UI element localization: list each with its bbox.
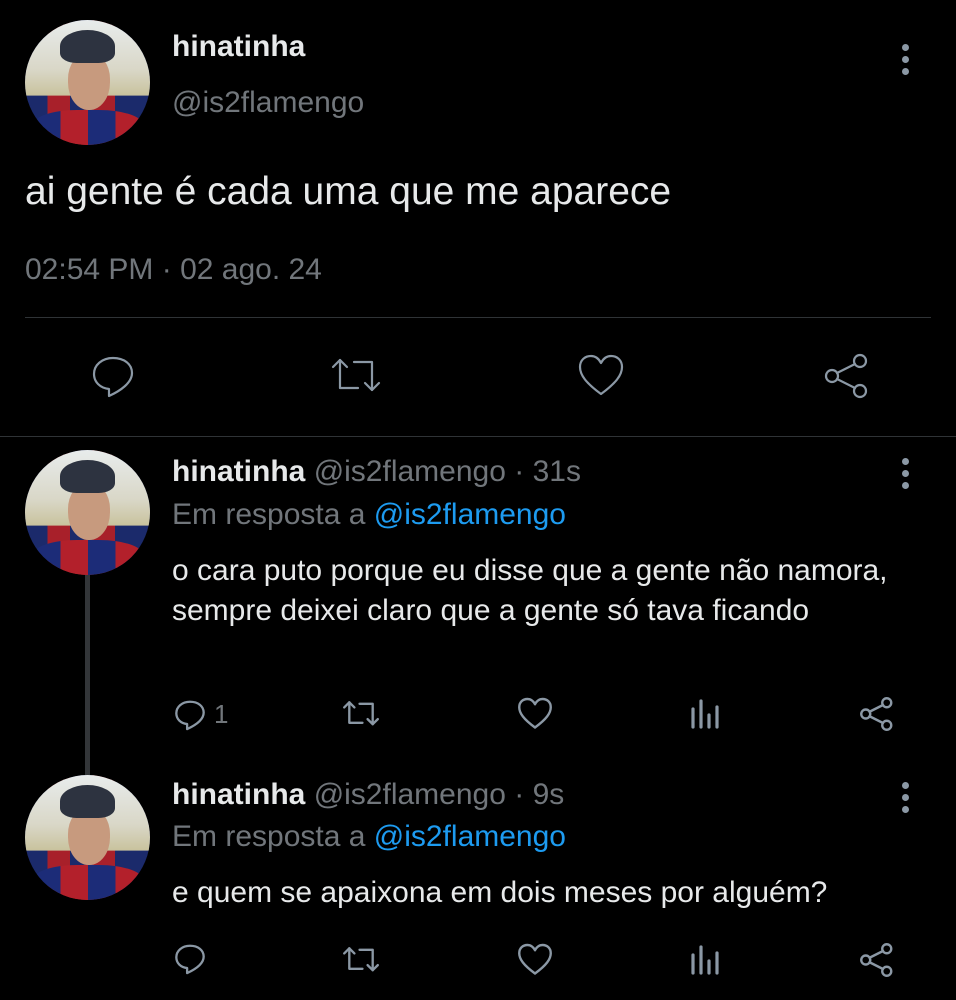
analytics-button[interactable] <box>689 943 721 982</box>
mention-link[interactable]: @is2flamengo <box>374 820 566 853</box>
share-icon <box>860 697 893 731</box>
avatar[interactable] <box>25 450 150 575</box>
reply-text: o cara puto porque eu disse que a gente … <box>172 554 888 627</box>
reply-text: e quem se apaixona em dois meses por alg… <box>172 876 828 909</box>
like-button[interactable] <box>576 352 626 400</box>
more-options-icon[interactable] <box>900 44 910 75</box>
divider <box>25 317 931 318</box>
reply-header: hinatinha @is2flamengo · 9s <box>172 778 564 812</box>
retweet-icon <box>331 358 381 392</box>
analytics-icon <box>691 945 719 975</box>
reply-icon <box>175 944 205 975</box>
reply-count: 1 <box>214 698 229 729</box>
author-handle[interactable]: @is2flamengo <box>314 778 506 811</box>
analytics-button[interactable] <box>689 697 721 736</box>
more-options-icon[interactable] <box>900 458 910 489</box>
reply-button[interactable] <box>172 940 208 981</box>
avatar[interactable] <box>25 20 150 145</box>
replying-to-label: Em resposta a <box>172 498 366 531</box>
author-handle[interactable]: @is2flamengo <box>172 86 364 120</box>
reply-time[interactable]: · 31s <box>514 455 581 488</box>
retweet-icon <box>343 947 379 972</box>
avatar[interactable] <box>25 775 150 900</box>
like-icon <box>578 354 624 396</box>
reply-time[interactable]: · 9s <box>514 778 564 811</box>
thread-line <box>85 575 90 775</box>
reply-button[interactable] <box>88 350 138 400</box>
share-button[interactable] <box>858 696 896 737</box>
like-button[interactable] <box>516 696 554 737</box>
replying-to: Em resposta a @is2flamengo <box>172 498 566 532</box>
reply-icon <box>175 700 205 731</box>
retweet-button[interactable] <box>342 696 380 737</box>
retweet-icon <box>343 701 379 726</box>
reply-icon <box>92 356 134 398</box>
divider <box>0 436 956 437</box>
retweet-button[interactable] <box>342 942 380 983</box>
like-icon <box>518 943 552 975</box>
author-handle[interactable]: @is2flamengo <box>314 455 506 488</box>
reply-button[interactable]: 1 <box>172 694 228 734</box>
analytics-icon <box>691 699 719 729</box>
share-icon <box>860 943 893 977</box>
share-icon <box>824 353 868 399</box>
mention-link[interactable]: @is2flamengo <box>374 498 566 531</box>
author-name[interactable]: hinatinha <box>172 778 305 811</box>
replying-to: Em resposta a @is2flamengo <box>172 820 566 854</box>
more-options-icon[interactable] <box>900 782 910 813</box>
share-button[interactable] <box>858 942 896 983</box>
share-button[interactable] <box>822 352 872 400</box>
retweet-button[interactable] <box>330 352 382 400</box>
author-name[interactable]: hinatinha <box>172 455 305 488</box>
tweet-text: ai gente é cada uma que me aparece <box>25 170 672 213</box>
reply-header: hinatinha @is2flamengo · 31s <box>172 455 581 489</box>
author-name[interactable]: hinatinha <box>172 30 305 64</box>
replying-to-label: Em resposta a <box>172 820 366 853</box>
tweet-timestamp[interactable]: 02:54 PM · 02 ago. 24 <box>25 253 322 287</box>
like-button[interactable] <box>516 942 554 983</box>
like-icon <box>518 697 552 729</box>
